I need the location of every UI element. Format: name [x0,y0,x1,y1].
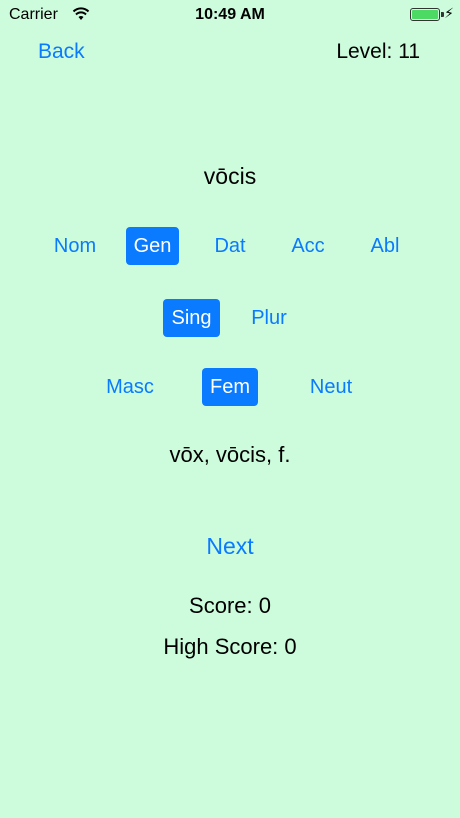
case-option-abl[interactable]: Abl [358,227,412,265]
dictionary-entry: vōx, vōcis, f. [169,442,291,467]
high-score-label: High Score: 0 [163,634,297,659]
back-button[interactable]: Back [38,40,85,64]
level-label: Level: 11 [336,40,420,63]
gender-option-neut[interactable]: Neut [298,368,364,406]
case-option-gen[interactable]: Gen [126,227,179,265]
question-word: vōcis [203,163,257,189]
number-option-plur[interactable]: Plur [240,299,298,337]
case-option-acc[interactable]: Acc [280,227,336,265]
next-button-row: Next [0,533,460,560]
case-option-nom[interactable]: Nom [44,227,106,265]
next-button[interactable]: Next [206,533,253,560]
charging-bolt-icon: ⚡ [444,5,454,21]
status-bar: Carrier 10:49 AM ⚡ [0,0,460,32]
gender-option-fem[interactable]: Fem [202,368,258,406]
gender-option-masc[interactable]: Masc [98,368,162,406]
battery-icon [410,8,440,21]
clock: 10:49 AM [195,6,265,23]
score-label: Score: 0 [189,593,271,618]
case-option-dat[interactable]: Dat [202,227,258,265]
number-option-sing[interactable]: Sing [163,299,220,337]
